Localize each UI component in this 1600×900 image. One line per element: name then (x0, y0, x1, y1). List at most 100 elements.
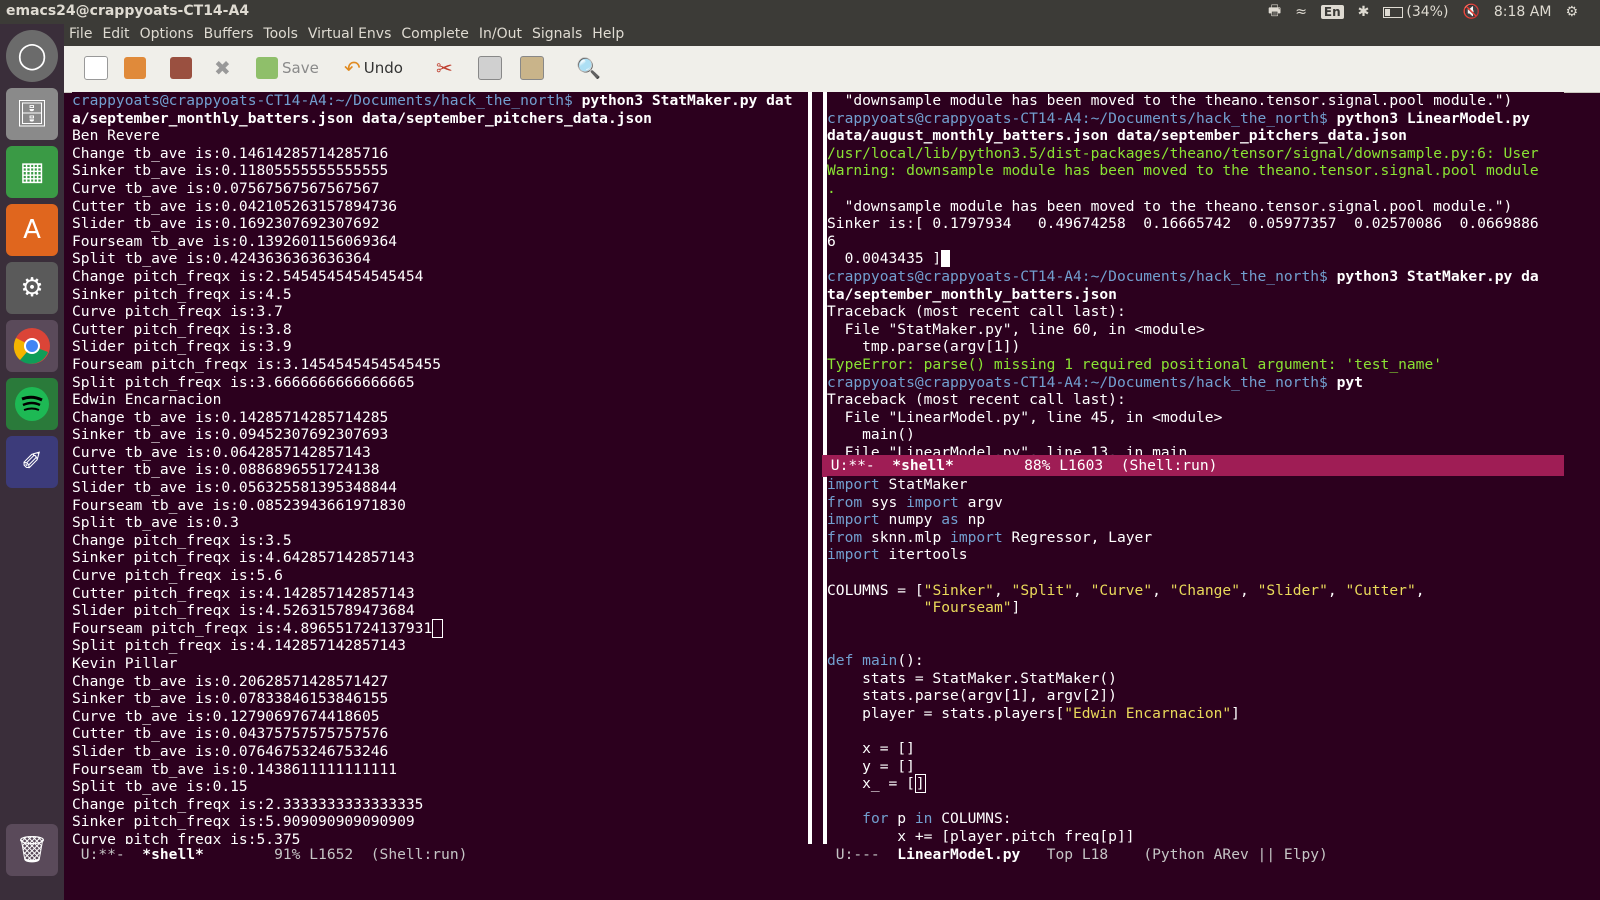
text-span: File "LinearModel.py", line 45, in <modu… (827, 408, 1223, 426)
close-icon[interactable]: ✖ (214, 52, 231, 84)
text-line: Split tb_ave is:0.3 (72, 514, 808, 532)
battery-indicator[interactable]: (34%) (1383, 4, 1448, 20)
menu-edit[interactable]: Edit (97, 24, 134, 46)
text-span: itertools (879, 546, 968, 564)
text-line: Split pitch_freqx is:3.6666666666666665 (72, 374, 808, 392)
undo-button[interactable]: ↶ Undo (344, 52, 403, 84)
modeline-position: 91% L1652 (203, 846, 371, 863)
text-line: Fourseam tb_ave is:0.1438611111111111 (72, 761, 808, 779)
menu-options[interactable]: Options (135, 24, 199, 46)
text-span: Curve pitch_freqx is:3.7 (72, 303, 283, 321)
clock[interactable]: 8:18 AM (1494, 4, 1552, 20)
text-line: Curve tb_ave is:0.07567567567567567 (72, 180, 808, 198)
emacs-icon[interactable]: ✐ (6, 436, 58, 488)
shell-mode-line[interactable]: U:**- *shell* 88% L1603 (Shell:run) (822, 455, 1564, 477)
code-editor-buffer[interactable]: import StatMaker from sys import argv impo… (827, 476, 1564, 844)
text-line: Fourseam pitch_freqx is:3.14545454545454… (72, 356, 808, 374)
modeline-buffer-name: LinearModel.py (897, 846, 1021, 863)
menu-in-out[interactable]: In/Out (474, 24, 527, 46)
text-line: y = [] (827, 758, 1564, 776)
top-panel: emacs24@crappyoats-CT14-A4 🖶 ≈ En ✱ (34%… (0, 0, 1600, 24)
system-settings-icon[interactable]: ⚙ (6, 262, 58, 314)
text-line: for p in COLUMNS: (827, 810, 1564, 828)
text-line: Fourseam tb_ave is:0.08523943661971830 (72, 497, 808, 515)
text-span: "downsample module has been moved to the… (827, 197, 1513, 215)
copy-icon[interactable] (478, 52, 506, 84)
text-span: Sinker tb_ave is:0.11805555555555555 (72, 162, 389, 180)
text-span: crappyoats@crappyoats-CT14-A4:~/Document… (827, 109, 1337, 127)
text-line: Cutter pitch_freqx is:4.142857142857143 (72, 585, 808, 603)
save-label: Save (282, 59, 319, 77)
text-span: as (941, 511, 959, 529)
text-span: main() (827, 426, 915, 444)
wifi-icon[interactable]: ≈ (1295, 4, 1307, 20)
trash-icon[interactable]: 🗑 (6, 824, 58, 876)
text-span: Slider tb_ave is:0.1692307692307692 (72, 215, 380, 233)
text-span: "Fourseam" (923, 599, 1012, 617)
text-span: , (993, 581, 1012, 599)
menu-tools[interactable]: Tools (258, 24, 303, 46)
save-button[interactable]: Save (256, 52, 319, 84)
text-line: Traceback (most recent call last): (827, 303, 1564, 321)
text-line: Change pitch_freqx is:2.5454545454545454 (72, 268, 808, 286)
text-line: def main(): (827, 652, 1564, 670)
printer-icon[interactable]: 🖶 (1268, 0, 1281, 24)
menu-virtual-envs[interactable]: Virtual Envs (303, 24, 397, 46)
volume-icon[interactable]: 🔇 (1462, 4, 1479, 20)
keyboard-layout-indicator[interactable]: En (1320, 5, 1344, 19)
code-mode-line[interactable]: U:--- LinearModel.py Top L18 (Python ARe… (827, 844, 1564, 866)
text-line: Fourseam tb_ave is:0.1392601156069364 (72, 233, 808, 251)
text-span: x = [] (827, 739, 915, 757)
menu-complete[interactable]: Complete (396, 24, 473, 46)
cut-icon[interactable]: ✂ (436, 52, 453, 84)
text-line (827, 722, 1564, 740)
paste-icon[interactable] (520, 52, 548, 84)
right-shell-buffer[interactable]: "downsample module has been moved to the… (827, 92, 1564, 457)
text-line: player = stats.players["Edwin Encarnacio… (827, 705, 1564, 723)
text-span: Split pitch_freqx is:3.6666666666666665 (72, 373, 415, 391)
emacs-window: File Edit Options Buffers Tools Virtual … (64, 24, 1600, 900)
search-icon[interactable]: 🔍 (576, 52, 601, 84)
modeline-mode: (Python ARev || Elpy) (1143, 846, 1328, 863)
text-span: python3 StatMaker.py dat (581, 92, 793, 109)
text-line: x_ = [] (827, 774, 1564, 794)
spotify-icon[interactable] (6, 378, 58, 430)
settings-gear-icon[interactable]: ⚙ (1565, 4, 1578, 20)
menu-file[interactable]: File (64, 24, 97, 46)
text-span: Curve tb_ave is:0.0642857142857143 (72, 443, 371, 461)
text-span: StatMaker (879, 476, 968, 493)
spreadsheet-icon[interactable]: ▦ (6, 146, 58, 198)
ubuntu-dash-icon[interactable]: ◯ (6, 30, 58, 82)
dired-icon[interactable] (170, 52, 196, 84)
text-line: x = [] (827, 740, 1564, 758)
software-center-icon[interactable]: A (6, 204, 58, 256)
new-file-icon[interactable] (84, 52, 112, 84)
text-span: a/september_monthly_batters.json data/se… (72, 109, 652, 127)
text-span: Change tb_ave is:0.14614285714285716 (72, 144, 389, 162)
text-span: python3 LinearModel.py (1336, 109, 1530, 127)
text-span: . (827, 179, 836, 197)
text-span: Cutter pitch_freqx is:3.8 (72, 320, 292, 338)
text-span: "Slider" (1257, 581, 1328, 599)
text-span: Edwin Encarnacion (72, 391, 222, 409)
open-folder-icon[interactable] (124, 52, 150, 84)
text-line: "Fourseam"] (827, 599, 1564, 617)
menu-signals[interactable]: Signals (527, 24, 587, 46)
minibuffer[interactable] (64, 866, 1600, 900)
left-shell-buffer[interactable]: crappyoats@crappyoats-CT14-A4:~/Document… (72, 92, 808, 844)
menu-help[interactable]: Help (587, 24, 629, 46)
text-span: stats = StatMaker.StatMaker() (827, 669, 1117, 687)
text-span: File "StatMaker.py", line 60, in <module… (827, 320, 1205, 338)
modeline-mode: (Shell:run) (370, 846, 468, 863)
text-span: Curve pitch_freqx is:5.375 (72, 830, 301, 844)
chrome-icon[interactable] (6, 320, 58, 372)
text-span: "Sinker" (923, 581, 994, 599)
files-icon[interactable]: 🗄 (6, 88, 58, 140)
text-span (827, 810, 862, 827)
left-mode-line[interactable]: U:**- *shell* 91% L1652 (Shell:run) (72, 844, 818, 866)
text-span: , (1415, 581, 1425, 599)
text-span: Traceback (most recent call last): (827, 303, 1126, 321)
text-span: , (1152, 581, 1170, 599)
bluetooth-icon[interactable]: ✱ (1358, 4, 1370, 20)
menu-buffers[interactable]: Buffers (199, 24, 259, 46)
